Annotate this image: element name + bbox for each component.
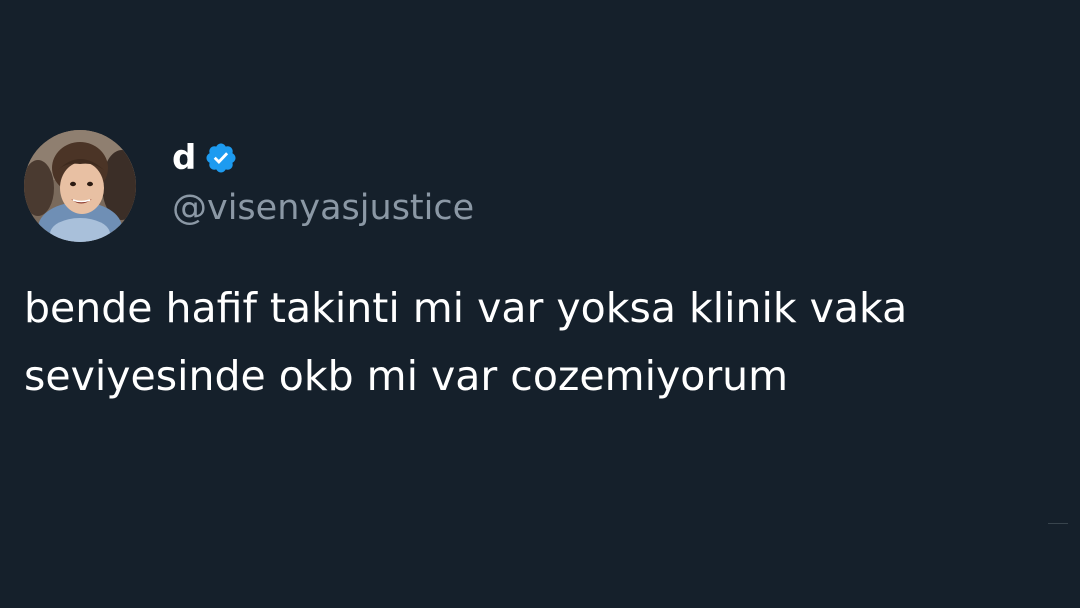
tweet-text: bende hafif takinti mi var yoksa klinik … (24, 274, 1054, 410)
user-handle[interactable]: @visenyasjustice (172, 186, 474, 230)
tweet-card: d @visenyasjustice bende hafif takinti m… (0, 0, 1080, 608)
avatar[interactable] (24, 130, 136, 242)
tweet-text-line: bende hafif takinti mi var yoksa klinik … (24, 284, 908, 332)
divider (1048, 523, 1068, 524)
verified-badge-icon (204, 141, 238, 175)
display-name[interactable]: d (172, 138, 196, 178)
tweet-text-line: seviyesinde okb mi var cozemiyorum (24, 352, 789, 400)
display-name-row[interactable]: d (172, 136, 238, 180)
profile-photo-icon (24, 130, 136, 242)
